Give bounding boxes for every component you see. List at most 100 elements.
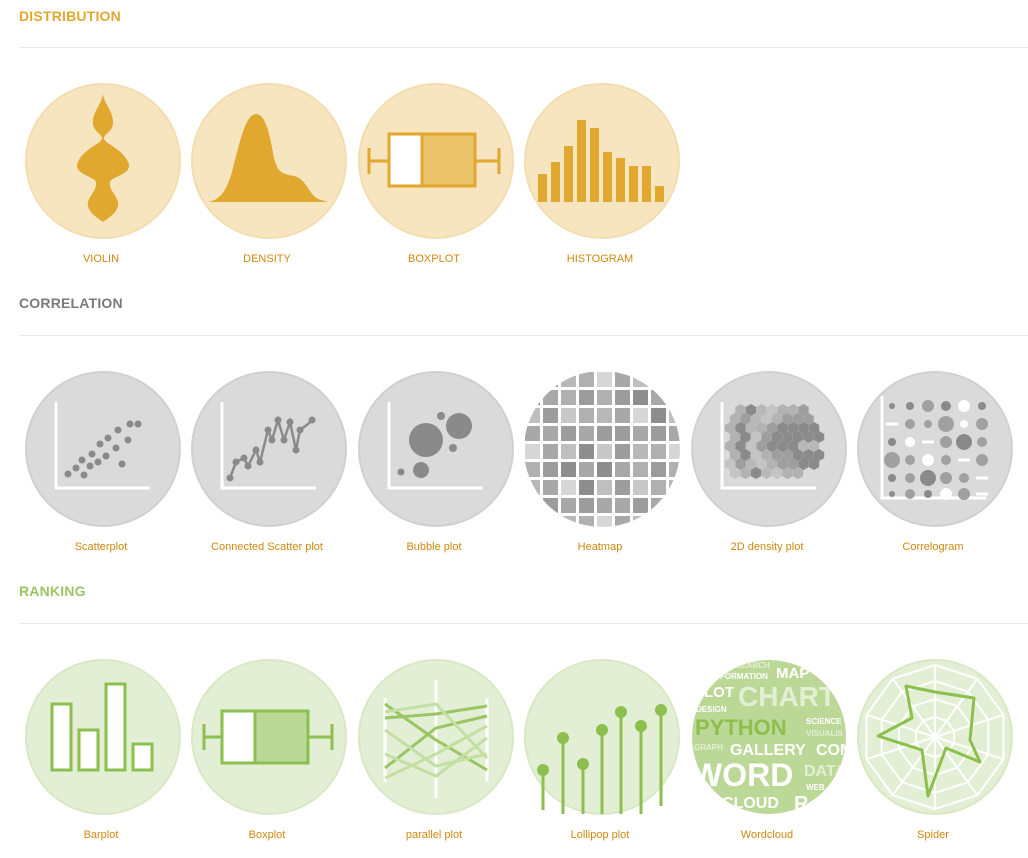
correlogram-cell [888, 438, 896, 446]
section-divider [19, 335, 1028, 336]
heatmap-cell [579, 516, 594, 527]
heatmap-cell [525, 480, 540, 495]
chart-link-wordcloud[interactable]: SEARCH MAP FORMATION PLOT CHART DESIGN P… [684, 658, 850, 858]
correlogram-cell [977, 437, 987, 447]
heatmap-cell [669, 516, 680, 527]
heatmap-cell [669, 408, 680, 423]
scatterplot-icon [25, 371, 181, 527]
heatmap-cell [543, 516, 558, 527]
section-divider [19, 47, 1028, 48]
chart-link-parallel-plot[interactable]: parallel plot [351, 658, 517, 858]
wordcloud-icon: SEARCH MAP FORMATION PLOT CHART DESIGN P… [692, 660, 848, 815]
chart-link-histogram[interactable]: HISTOGRAM [517, 82, 683, 282]
heatmap-cell [651, 444, 666, 459]
word: R [794, 793, 809, 815]
heatmap-cell [597, 462, 612, 477]
heatmap-cell [651, 372, 666, 387]
heatmap-cell [579, 480, 594, 495]
histogram-icon [524, 83, 680, 239]
heatmap-cell [525, 390, 540, 405]
correlogram-cell [958, 488, 970, 500]
density-icon [191, 83, 347, 239]
chart-label: Lollipop plot [570, 829, 630, 841]
correlogram-cell [905, 437, 915, 447]
chart-link-heatmap[interactable]: Heatmap [517, 370, 683, 570]
word: COM [816, 742, 848, 759]
distribution-row: VIOLIN DENSITY BOXPLOT HISTOGRAM [0, 82, 1028, 282]
heatmap-cell [651, 408, 666, 423]
heatmap-cell [561, 444, 576, 459]
chart-link-barplot[interactable]: Barplot [18, 658, 184, 858]
section-title-correlation: CORRELATION [19, 295, 123, 311]
heatmap-cell [597, 426, 612, 441]
correlogram-cell [905, 455, 915, 465]
parallel-plot-icon [358, 659, 514, 815]
chart-link-correlogram[interactable]: Correlogram [850, 370, 1016, 570]
correlogram-cell [941, 401, 951, 411]
chart-link-connected-scatter[interactable]: Connected Scatter plot [184, 370, 350, 570]
correlogram-cell [906, 402, 914, 410]
chart-link-scatterplot[interactable]: Scatterplot [18, 370, 184, 570]
heatmap-cell [633, 390, 648, 405]
correlogram-cell [941, 455, 951, 465]
correlogram-cell [940, 436, 952, 448]
correlogram-cell [976, 492, 988, 496]
heatmap-cell [669, 498, 680, 513]
heatmap-cell [615, 498, 630, 513]
correlogram-cell [922, 400, 934, 412]
heatmap-cell [633, 480, 648, 495]
word: DATA [804, 763, 847, 780]
heatmap-cell [579, 462, 594, 477]
2d-density-icon [691, 371, 847, 527]
heatmap-cell [615, 372, 630, 387]
chart-label: Connected Scatter plot [211, 541, 323, 553]
correlogram-cell [940, 488, 952, 500]
correlogram-cell [888, 474, 896, 482]
section-title-ranking: RANKING [19, 583, 86, 599]
heatmap-cell [615, 516, 630, 527]
chart-link-lollipop[interactable]: Lollipop plot [517, 658, 683, 858]
chart-link-density[interactable]: DENSITY [184, 82, 350, 282]
heatmap-cell [651, 480, 666, 495]
heatmap-cell [633, 372, 648, 387]
heatmap-cell [615, 480, 630, 495]
chart-link-2d-density[interactable]: 2D density plot [684, 370, 850, 570]
chart-label: Scatterplot [74, 541, 128, 553]
correlogram-cell [922, 440, 934, 444]
chart-link-boxplot-ranking[interactable]: Boxplot [184, 658, 350, 858]
chart-link-boxplot[interactable]: BOXPLOT [351, 82, 517, 282]
heatmap-cell [543, 408, 558, 423]
heatmap-cell [525, 462, 540, 477]
word: PLOT [694, 684, 734, 701]
heatmap-cell [651, 426, 666, 441]
correlogram-cell [958, 458, 970, 462]
heatmap-cell [597, 480, 612, 495]
chart-link-violin[interactable]: VIOLIN [18, 82, 184, 282]
correlogram-cell [905, 473, 915, 483]
heatmap-cell [561, 372, 576, 387]
ranking-row: Barplot Boxplot parallel plot Lollipop p… [0, 658, 1028, 858]
heatmap-cell [525, 516, 540, 527]
word: MAP [776, 665, 809, 682]
heatmap-cell [633, 498, 648, 513]
heatmap-cell [651, 498, 666, 513]
chart-label: HISTOGRAM [566, 253, 634, 265]
heatmap-cell [597, 390, 612, 405]
heatmap-cell [579, 444, 594, 459]
heatmap-cell [651, 462, 666, 477]
heatmap-cell [543, 372, 558, 387]
heatmap-cell [651, 516, 666, 527]
heatmap-cell [525, 444, 540, 459]
heatmap-cell [633, 516, 648, 527]
heatmap-cell [543, 480, 558, 495]
chart-link-spider[interactable]: Spider [850, 658, 1016, 858]
word: VISUALIS [806, 729, 844, 738]
heatmap-cell [597, 408, 612, 423]
word: FORMATION [720, 672, 768, 681]
heatmap-cell [579, 426, 594, 441]
correlation-row: Scatterplot Connected Scatter plot Bubbl… [0, 370, 1028, 570]
chart-label: Correlogram [902, 541, 964, 553]
boxplot-icon [358, 83, 514, 239]
chart-link-bubble-plot[interactable]: Bubble plot [351, 370, 517, 570]
heatmap-cell [561, 498, 576, 513]
